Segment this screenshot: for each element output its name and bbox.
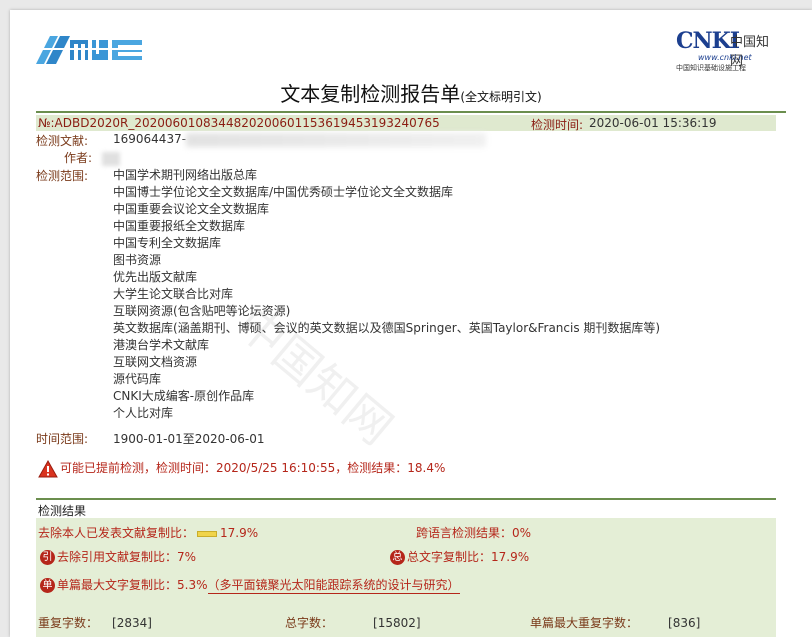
doc-row: 检测文献: 169064437- (36, 132, 487, 149)
report-page: CNKI 中国知网 www.cnki.net 中国知识基础设施工程 文本复制检测… (10, 10, 812, 637)
total-chars-label: 总字数： (285, 616, 334, 630)
single-value: 5.3% (177, 578, 208, 592)
scope-item: 中国博士学位论文全文数据库/中国优秀硕士学位论文全文数据库 (113, 185, 454, 199)
scope-label: 检测范围: (36, 169, 89, 183)
scope-item: 互联网资源(包含贴吧等论坛资源) (113, 304, 291, 318)
scope-item: 源代码库 (113, 372, 162, 386)
single-label: 单篇最大文字复制比： (57, 578, 178, 592)
exclude-self-value: 17.9% (220, 526, 259, 540)
exclude-ref-value: 7% (177, 550, 197, 564)
single-badge-icon: 单 (40, 578, 55, 593)
cross-lang-label: 跨语言检测结果： (416, 526, 513, 540)
scope-list: 中国学术期刊网络出版总库 中国博士学位论文全文数据库/中国优秀硕士学位论文全文数… (113, 167, 660, 422)
detect-time-value: 2020-06-01 15:36:19 (589, 116, 717, 130)
author-label: 作者: (64, 151, 93, 165)
author-row: 作者: (64, 149, 120, 166)
doc-label: 检测文献: (36, 134, 89, 148)
exclude-self-ratio: 去除本人已发表文献复制比： 17.9% (38, 524, 258, 541)
report-id-bar: №:ADBD2020R_2020060108344820200601153619… (36, 115, 776, 132)
total-ratio: 总总文字复制比：17.9% (390, 548, 529, 565)
scope-item: 中国专利全文数据库 (113, 236, 222, 250)
report-title-suffix: (全文标明引文) (460, 90, 542, 104)
single-max-ratio: 单单篇最大文字复制比：5.3%（多平面镜聚光太阳能跟踪系统的设计与研究） (40, 576, 460, 594)
total-value: 17.9% (491, 550, 530, 564)
scope-item: 中国学术期刊网络出版总库 (113, 168, 258, 182)
single-max-dup-value: [836] (668, 616, 701, 630)
time-range-row: 时间范围: 1900-01-01至2020-06-01 (36, 430, 264, 447)
single-max-dup-chars: 单篇最大重复字数： [836] (530, 614, 700, 631)
cross-language-result: 跨语言检测结果：0% (416, 524, 531, 541)
dup-chars-value: [2834] (112, 616, 152, 630)
ratio-bar (197, 530, 218, 537)
redacted-title (186, 132, 487, 147)
cnki-url: www.cnki.net (698, 53, 752, 62)
total-badge-icon: 总 (390, 550, 405, 565)
total-label: 总文字复制比： (407, 550, 492, 564)
scope-item: 大学生论文联合比对库 (113, 287, 234, 301)
report-title-main: 文本复制检测报告单 (280, 82, 461, 106)
prior-check-warning: 可能已提前检测，检测时间：2020/5/25 16:10:55，检测结果：18.… (38, 459, 445, 478)
cross-lang-value: 0% (512, 526, 532, 540)
redacted-author (101, 151, 120, 166)
scope-item: 英文数据库(涵盖期刊、博硕、会议的英文数据以及德国Springer、英国Tayl… (113, 321, 661, 335)
dup-chars: 重复字数： [2834] (38, 614, 152, 631)
total-chars-value: [15802] (373, 616, 421, 630)
time-range-label: 时间范围: (36, 432, 89, 446)
total-chars: 总字数： [15802] (285, 614, 421, 631)
doc-value: 169064437- (113, 132, 487, 147)
cnki-logo: CNKI 中国知网 www.cnki.net 中国知识基础设施工程 (676, 28, 776, 72)
ref-badge-icon: 引 (40, 550, 55, 565)
detect-time-label: 检测时间: (531, 118, 584, 132)
dup-chars-label: 重复字数： (38, 616, 99, 630)
scope-item: 互联网文档资源 (113, 355, 198, 369)
results-section-title: 检测结果 (36, 498, 776, 518)
exclude-ref-ratio: 引去除引用文献复制比：7% (40, 548, 196, 565)
exclude-self-label: 去除本人已发表文献复制比： (38, 526, 195, 540)
amlc-logo-icon (36, 36, 146, 64)
scope-item: 港澳台学术文献库 (113, 338, 210, 352)
warning-text: 可能已提前检测，检测时间：2020/5/25 16:10:55，检测结果：18.… (60, 461, 446, 475)
report-id: №:ADBD2020R_2020060108344820200601153619… (38, 116, 440, 130)
single-max-dup-label: 单篇最大重复字数： (530, 616, 639, 630)
exclude-ref-label: 去除引用文献复制比： (57, 550, 178, 564)
scope-item: 图书资源 (113, 253, 162, 267)
scope-item: 中国重要会议论文全文数据库 (113, 202, 270, 216)
report-title: 文本复制检测报告单(全文标明引文) (10, 78, 812, 107)
scope-item: 优先出版文献库 (113, 270, 198, 284)
single-paper-link[interactable]: （多平面镜聚光太阳能跟踪系统的设计与研究） (207, 576, 460, 594)
cnki-subtitle: 中国知识基础设施工程 (676, 64, 746, 72)
scope-row: 检测范围: (36, 167, 88, 184)
time-range-value: 1900-01-01至2020-06-01 (113, 432, 265, 446)
warning-icon (38, 459, 58, 477)
top-divider (36, 111, 786, 113)
scope-item: 中国重要报纸全文数据库 (113, 219, 246, 233)
